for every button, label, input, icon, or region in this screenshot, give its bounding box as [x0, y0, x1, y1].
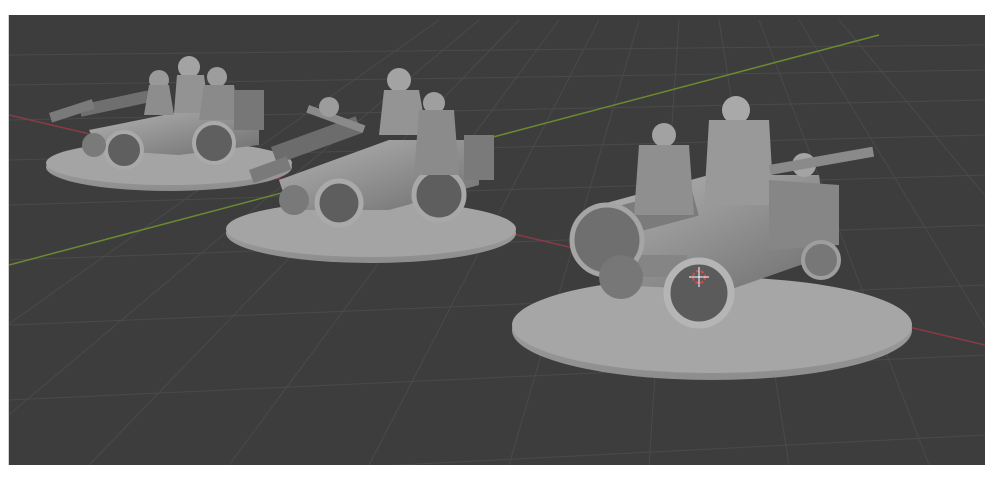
viewport-canvas[interactable] [9, 15, 985, 465]
3d-viewport[interactable] [8, 15, 985, 465]
artillery-crew-model-middle[interactable] [226, 68, 516, 263]
